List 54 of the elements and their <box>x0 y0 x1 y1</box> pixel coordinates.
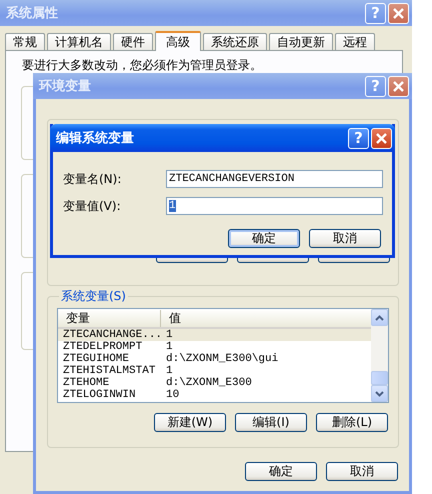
help-button[interactable]: ? <box>348 128 369 148</box>
tab[interactable]: 计算机名 <box>47 33 111 50</box>
variable-name: ZTECANCHANGE... <box>62 329 161 341</box>
list-row[interactable]: ZTEDELPROMPT 1 <box>58 341 371 353</box>
list-row[interactable]: ZTEGUIHOME d:\ZXONM_E300\gui <box>58 353 371 365</box>
field-label: 变量名(N): <box>63 170 122 188</box>
variable-value: d:\ZXONM_E300 <box>165 377 252 389</box>
button[interactable]: 新建(W) <box>154 413 226 432</box>
button[interactable]: 取消 <box>309 229 381 248</box>
input-field[interactable]: ZTECANCHANGEVERSION <box>166 170 383 188</box>
input-field[interactable]: 1 <box>166 197 383 215</box>
variable-value: 1 <box>165 341 173 353</box>
variable-value: d:\ZXONM_E300\gui <box>165 353 278 365</box>
chevron-down-icon <box>375 390 384 396</box>
tab[interactable]: 常规 <box>5 33 45 50</box>
window-title: 系统属性 <box>6 4 58 22</box>
variable-name: ZTEGUIHOME <box>62 353 130 365</box>
column-header[interactable]: 值 <box>161 310 181 326</box>
close-icon <box>375 132 388 144</box>
field-label: 变量值(V): <box>63 198 122 214</box>
tab[interactable]: 高级 <box>155 31 201 51</box>
variable-name: ZTEDELPROMPT <box>62 341 144 353</box>
window-title: 编辑系统变量 <box>56 130 134 147</box>
button[interactable]: 编辑(I) <box>235 413 307 432</box>
chevron-up-icon <box>375 314 384 320</box>
variable-name: ZTEHISTALMSTAT <box>62 365 156 377</box>
close-button[interactable] <box>371 128 392 148</box>
button[interactable]: 确定 <box>245 462 317 481</box>
close-icon <box>392 80 405 92</box>
column-header[interactable]: 变量 <box>58 310 161 326</box>
close-icon <box>392 6 405 20</box>
list-row[interactable]: ZTEHOME d:\ZXONM_E300 <box>58 377 371 389</box>
group-label: 系统变量(S) <box>60 288 127 305</box>
variable-value: 1 <box>165 329 173 341</box>
variable-name: ZTELOGINWIN <box>62 389 137 401</box>
variable-value: 1 <box>165 365 173 377</box>
list-row[interactable]: ZTEHISTALMSTAT 1 <box>58 365 371 377</box>
variable-name: ZTEHOME <box>62 377 110 389</box>
notice-text: 要进行大多数改动，您必须作为管理员登录。 <box>22 57 263 74</box>
scroll-down-button[interactable] <box>371 385 388 402</box>
tab[interactable]: 自动更新 <box>269 33 333 50</box>
button[interactable]: 删除(L) <box>316 413 388 432</box>
window-title: 环境变量 <box>39 78 91 95</box>
list-row[interactable]: ZTELOGINWIN 10 <box>58 389 371 401</box>
scroll-up-button[interactable] <box>371 309 388 326</box>
scrollbar[interactable] <box>371 309 388 402</box>
button[interactable]: 确定 <box>228 229 300 248</box>
tab[interactable]: 系统还原 <box>203 33 267 50</box>
variable-value: 10 <box>165 389 180 401</box>
tab[interactable]: 硬件 <box>113 33 153 50</box>
button[interactable]: 取消 <box>326 462 398 481</box>
tab[interactable]: 远程 <box>335 33 375 50</box>
list-row[interactable]: ZTECANCHANGE... 1 <box>58 329 371 341</box>
scroll-thumb[interactable] <box>371 371 388 385</box>
